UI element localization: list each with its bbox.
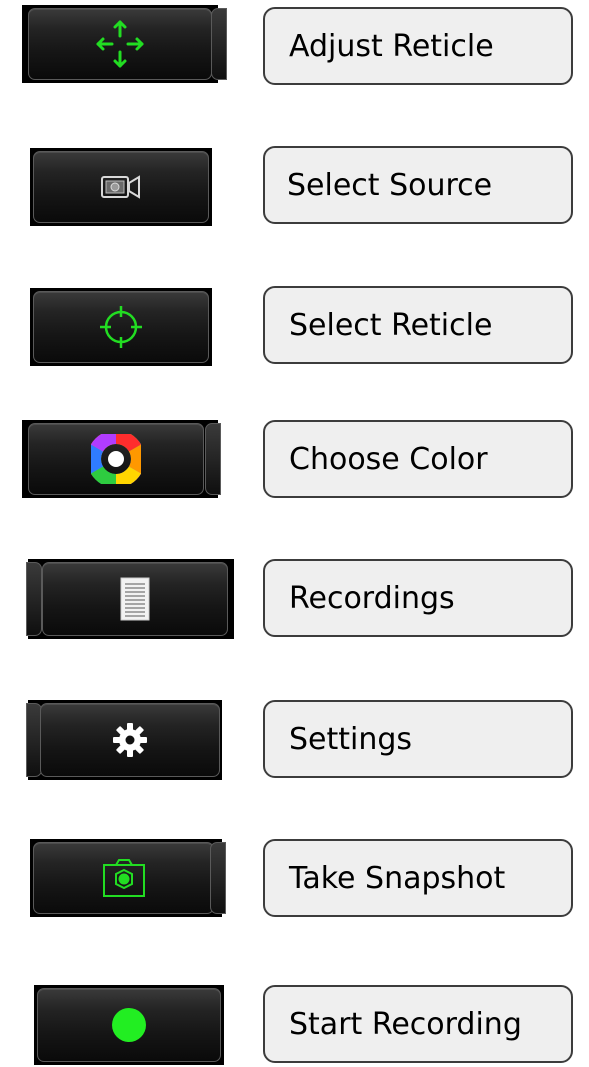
choose-color-button[interactable] (28, 423, 204, 495)
select-source-button[interactable] (33, 151, 209, 223)
adjust-reticle-button[interactable] (28, 8, 212, 80)
label-select-source: Select Source (263, 146, 573, 224)
toolbar-strip-select-source (30, 148, 212, 226)
toolbar-strip-settings (26, 700, 222, 780)
video-camera-icon (99, 172, 143, 202)
crosshair-icon (98, 304, 144, 350)
select-reticle-button[interactable] (33, 291, 209, 363)
gear-icon (111, 721, 149, 759)
start-recording-button[interactable] (37, 988, 221, 1062)
label-start-recording: Start Recording (263, 985, 573, 1063)
adjacent-button-edge (26, 562, 42, 636)
toolbar-strip-take-snapshot (30, 839, 226, 917)
label-take-snapshot: Take Snapshot (263, 839, 573, 917)
label-choose-color: Choose Color (263, 420, 573, 498)
adjacent-button-edge (205, 423, 221, 495)
settings-button[interactable] (40, 703, 220, 777)
label-adjust-reticle: Adjust Reticle (263, 7, 573, 85)
move-arrows-icon (92, 16, 148, 72)
recordings-button[interactable] (42, 562, 228, 636)
adjacent-button-edge (210, 842, 226, 914)
camera-icon (101, 857, 147, 899)
toolbar-strip-adjust-reticle (22, 5, 227, 83)
adjacent-button-edge (211, 8, 227, 80)
label-recordings: Recordings (263, 559, 573, 637)
document-list-icon (120, 577, 150, 621)
color-wheel-icon (91, 434, 141, 484)
label-select-reticle: Select Reticle (263, 286, 573, 364)
toolbar-strip-recordings (26, 559, 234, 639)
record-dot-icon (109, 1005, 149, 1045)
toolbar-strip-choose-color (22, 420, 221, 498)
take-snapshot-button[interactable] (33, 842, 214, 914)
toolbar-strip-start-recording (34, 985, 224, 1065)
toolbar-strip-select-reticle (30, 288, 212, 366)
label-settings: Settings (263, 700, 573, 778)
